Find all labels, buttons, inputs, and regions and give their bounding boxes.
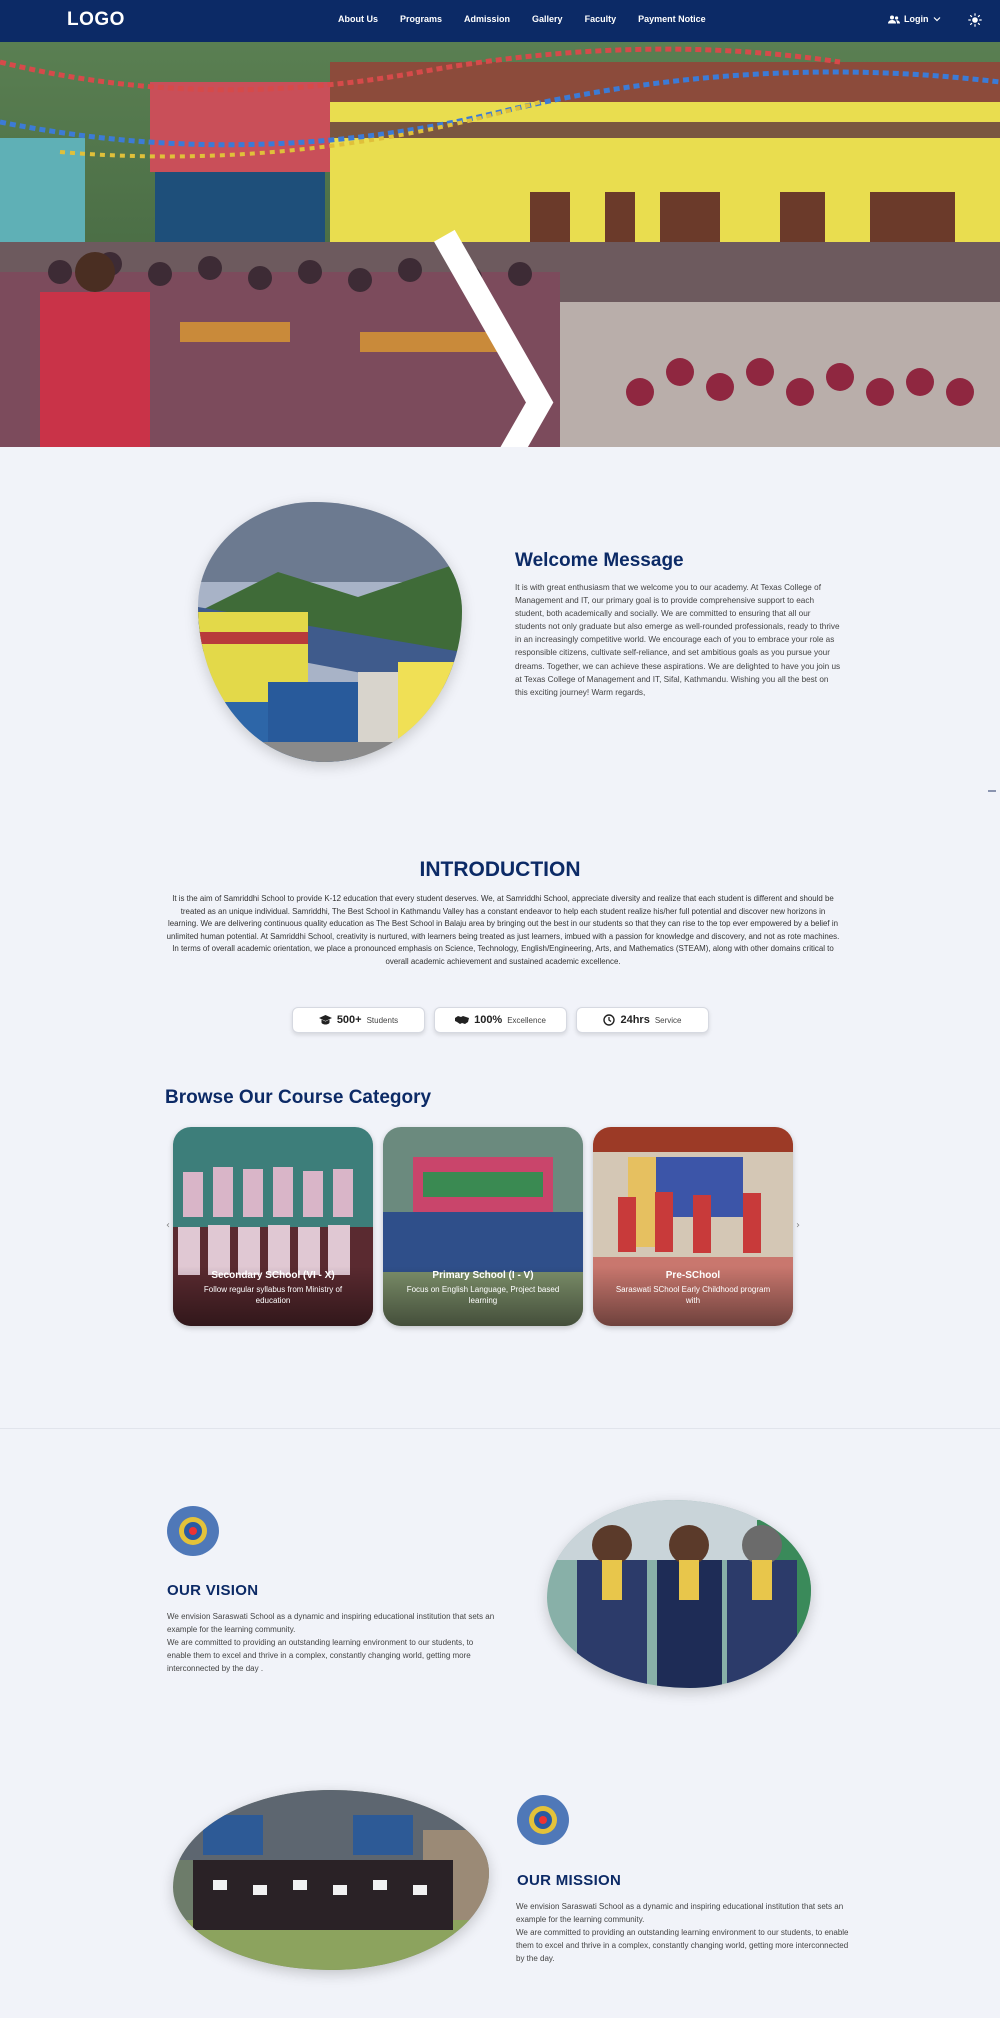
- mission-photo: [173, 1790, 489, 1970]
- course-card-desc: Saraswati SChool Early Childhood program…: [615, 1285, 771, 1305]
- top-navbar: LOGO About Us Programs Admission Gallery…: [0, 0, 1000, 42]
- stat-service-label: Service: [654, 1015, 682, 1025]
- course-card-secondary[interactable]: Secondary SChool (VI - X) Follow regular…: [173, 1127, 373, 1326]
- stat-excellence-value: 100%: [474, 1014, 503, 1026]
- introduction-title: INTRODUCTION: [419, 858, 581, 881]
- nav-link-faculty[interactable]: Faculty: [585, 14, 617, 24]
- nav-link-programs[interactable]: Programs: [400, 14, 442, 24]
- course-card-title: Primary School (I - V): [432, 1270, 534, 1281]
- vision-title: OUR VISION: [167, 1582, 259, 1599]
- vision-text-line: We envision Saraswati School as a dynami…: [167, 1612, 495, 1634]
- browse-courses-title: Browse Our Course Category: [165, 1087, 432, 1108]
- introduction-text: It is the aim of Samriddhi School to pro…: [166, 894, 840, 966]
- chevron-down-icon: [933, 17, 940, 22]
- stat-students-value: 500+: [336, 1014, 362, 1026]
- users-icon: [888, 15, 900, 23]
- course-card-desc: Focus on English Language, Project based…: [406, 1285, 560, 1305]
- stat-students-label: Students: [366, 1015, 399, 1025]
- course-card-title: Secondary SChool (VI - X): [211, 1270, 335, 1281]
- nav-link-about[interactable]: About Us: [338, 14, 378, 24]
- nav-link-admission[interactable]: Admission: [464, 14, 510, 24]
- theme-toggle-sun-icon[interactable]: [968, 13, 982, 27]
- welcome-school-photo: [198, 502, 462, 762]
- login-label: Login: [904, 14, 929, 24]
- nav-menu: About Us Programs Admission Gallery Facu…: [338, 14, 728, 24]
- hero-next-arrow-icon[interactable]: [0, 200, 992, 447]
- nav-link-gallery[interactable]: Gallery: [532, 14, 563, 24]
- stat-excellence: 100% Excellence: [434, 1007, 567, 1033]
- site-logo[interactable]: LOGO: [67, 9, 125, 31]
- course-card-title: Pre-SChool: [665, 1270, 721, 1281]
- course-card-primary[interactable]: Primary School (I - V) Focus on English …: [383, 1127, 583, 1326]
- mission-text-line: We envision Saraswati School as a dynami…: [516, 1902, 844, 1924]
- vision-text-line: We are committed to providing an outstan…: [167, 1638, 474, 1673]
- hero-carousel[interactable]: [0, 42, 1000, 447]
- section-divider: [0, 1428, 1000, 1429]
- nav-link-payment-notice[interactable]: Payment Notice: [638, 14, 706, 24]
- welcome-message-text: It is with great enthusiasm that we welc…: [515, 583, 841, 697]
- stat-service-value: 24hrs: [620, 1014, 650, 1026]
- course-card-preschool[interactable]: Pre-SChool Saraswati SChool Early Childh…: [593, 1127, 793, 1326]
- graduation-cap-icon: [318, 1015, 332, 1025]
- vision-emblem: [167, 1506, 219, 1556]
- stat-service: 24hrs Service: [576, 1007, 709, 1033]
- welcome-title: Welcome Message: [515, 550, 684, 571]
- mission-emblem: [517, 1795, 569, 1845]
- course-next-arrow-icon[interactable]: ›: [796, 1220, 800, 1231]
- login-button[interactable]: Login: [888, 14, 941, 24]
- mission-title: OUR MISSION: [517, 1872, 622, 1889]
- course-prev-arrow-icon[interactable]: ‹: [166, 1220, 170, 1231]
- clock-icon: [603, 1014, 616, 1026]
- stats-row: 500+ Students 100% Excellence 24hrs Serv…: [292, 1007, 709, 1033]
- vision-photo: [547, 1500, 811, 1688]
- course-card-desc: Follow regular syllabus from Ministry of…: [203, 1285, 343, 1305]
- stat-excellence-label: Excellence: [507, 1015, 546, 1025]
- stat-students: 500+ Students: [292, 1007, 425, 1033]
- mission-text-line: We are committed to providing an outstan…: [516, 1928, 849, 1963]
- course-carousel: Secondary SChool (VI - X) Follow regular…: [173, 1127, 793, 1326]
- school-emblem-icon: [517, 1795, 569, 1845]
- mission-text: We envision Saraswati School as a dynami…: [516, 1900, 852, 1965]
- school-emblem-icon: [167, 1506, 219, 1556]
- vision-text: We envision Saraswati School as a dynami…: [167, 1610, 499, 1675]
- handshake-icon: [455, 1016, 470, 1024]
- scroll-indicator[interactable]: [988, 790, 996, 792]
